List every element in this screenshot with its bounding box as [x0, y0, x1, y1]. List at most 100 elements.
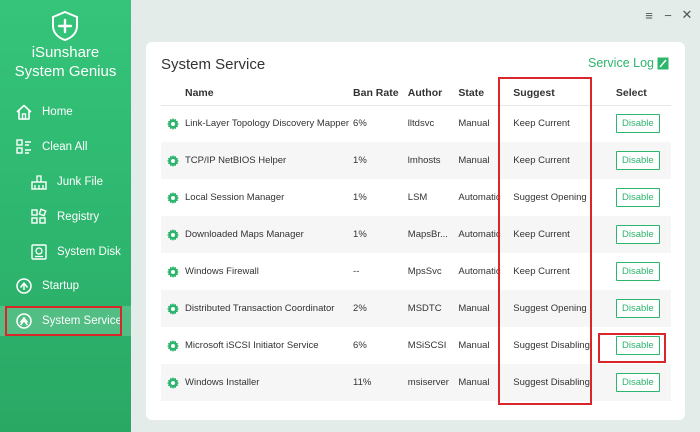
service-name: Distributed Transaction Coordinator [185, 303, 335, 314]
cell-state: Automatic [454, 216, 502, 253]
cell-select: Disable [608, 253, 671, 290]
cell-suggest: Keep Current [501, 216, 608, 253]
main-panel: System Service Service Log Name Ban Rate… [146, 42, 685, 420]
header-state: State [454, 81, 502, 106]
table-row: Windows Firewall -- MpsSvc Automatic Keep Cu… [161, 253, 671, 290]
sidebar-item-startup[interactable]: Startup [0, 271, 131, 301]
sidebar-item-junk-file[interactable]: Junk File [0, 167, 131, 197]
page-title: System Service [161, 56, 266, 73]
cell-ban-rate: 1% [349, 216, 404, 253]
junk-file-icon [28, 171, 50, 193]
cell-ban-rate: -- [353, 266, 360, 277]
gear-icon [167, 376, 179, 389]
disable-button[interactable]: Disable [615, 336, 660, 355]
sidebar-item-system-service[interactable]: System Service [0, 306, 131, 336]
startup-icon [13, 275, 35, 297]
cell-name: TCP/IP NetBIOS Helper [161, 142, 350, 179]
system-disk-icon [28, 241, 50, 263]
sidebar: iSunshare System Genius Home Clean All J… [0, 0, 131, 432]
cell-suggest: Suggest Opening [501, 290, 608, 327]
cell-name: Distributed Transaction Coordinator [161, 290, 350, 327]
cell-suggest: Keep Current [513, 266, 570, 277]
log-icon [657, 57, 669, 69]
service-name: TCP/IP NetBIOS Helper [185, 155, 287, 166]
disable-button[interactable]: Disable [615, 114, 660, 134]
header-author: Author [403, 81, 455, 106]
cell-select: Disable [607, 142, 671, 179]
cell-ban-rate: 6% [353, 340, 367, 351]
cell-name: Windows Firewall [161, 253, 349, 290]
header-suggest: Suggest [501, 81, 608, 106]
cell-suggest: Suggest Opening [513, 192, 587, 203]
disable-button[interactable]: Disable [615, 299, 660, 318]
cell-ban-rate: 6% [353, 118, 367, 130]
cell-select: Disable [607, 216, 671, 253]
cell-name: Downloaded Maps Manager [161, 216, 350, 253]
cell-author: LSM [407, 192, 428, 203]
service-name: Local Session Manager [185, 192, 285, 203]
cell-state: Manual [454, 290, 502, 327]
system-service-icon [13, 310, 35, 332]
cell-state: Manual [458, 340, 490, 351]
cell-suggest: Suggest Disabling [501, 364, 608, 401]
close-icon[interactable]: ✕ [679, 7, 695, 23]
cell-select: Disable [607, 290, 671, 327]
cell-state: Manual [454, 142, 502, 179]
gear-icon [167, 191, 179, 204]
sidebar-item-system-disk[interactable]: System Disk [0, 237, 131, 267]
cell-state: Automatic [458, 192, 501, 203]
disable-button[interactable]: Disable [615, 262, 660, 281]
gear-icon [167, 154, 179, 167]
brand-line-1: iSunshare [31, 44, 100, 61]
sidebar-item-clean-all[interactable]: Clean All [0, 132, 131, 162]
table-row: Microsoft iSCSI Initiator Service 6% MSiSC… [161, 327, 671, 364]
header-select: Select [607, 81, 671, 106]
cell-state: Automatic [458, 266, 501, 277]
brand-name: iSunshare System Genius [0, 43, 131, 81]
header-name: Name [161, 81, 350, 106]
service-log-link[interactable]: Service Log [588, 56, 669, 70]
gear-icon [167, 228, 179, 241]
table-row: Local Session Manager 1% LSM Automatic Sugge… [161, 179, 671, 216]
cell-author: lmhosts [403, 142, 455, 179]
header-ban-rate: Ban Rate [349, 81, 404, 106]
cell-author: MSiSCSI [407, 340, 447, 351]
service-name: Microsoft iSCSI Initiator Service [185, 340, 319, 351]
cell-select: Disable [608, 327, 671, 364]
table-row: TCP/IP NetBIOS Helper 1% lmhosts Manual Keep… [161, 142, 671, 179]
service-log-label: Service Log [587, 56, 654, 70]
disable-button[interactable]: Disable [615, 225, 660, 244]
cell-author: lltdsvc [407, 118, 435, 130]
cell-select: Disable [608, 179, 671, 216]
sidebar-item-registry[interactable]: Registry [0, 202, 131, 232]
cell-author: MSDTC [403, 290, 455, 327]
cell-ban-rate: 2% [349, 290, 404, 327]
sidebar-item-home[interactable]: Home [0, 97, 131, 127]
cell-suggest: Suggest Disabling [513, 340, 590, 351]
table-row: Link-Layer Topology Discovery Mapper 6% ll… [161, 105, 671, 142]
cell-ban-rate: 1% [349, 142, 404, 179]
shield-logo-icon [52, 10, 78, 42]
disable-button[interactable]: Disable [615, 151, 660, 170]
cell-select: Disable [608, 105, 671, 142]
minimize-icon[interactable]: − [660, 7, 676, 23]
table-row: Distributed Transaction Coordinator 2% MSD… [161, 290, 671, 327]
menu-icon[interactable]: ≡ [641, 7, 657, 23]
disable-button[interactable]: Disable [615, 373, 660, 392]
cell-name: Link-Layer Topology Discovery Mapper [161, 105, 349, 142]
registry-icon [28, 206, 50, 228]
service-name: Windows Installer [185, 377, 260, 388]
sidebar-item-label: System Service [42, 315, 122, 327]
cell-name: Local Session Manager [161, 179, 349, 216]
cell-ban-rate: 11% [349, 364, 404, 401]
cell-suggest: Keep Current [501, 142, 608, 179]
cell-select: Disable [607, 364, 671, 401]
gear-icon [167, 117, 179, 130]
sidebar-item-label: System Disk [57, 246, 121, 258]
cell-author: msiserver [403, 364, 455, 401]
sidebar-item-label: Registry [57, 211, 100, 223]
service-name: Link-Layer Topology Discovery Mapper [185, 118, 350, 130]
service-name: Windows Firewall [185, 266, 259, 277]
disable-button[interactable]: Disable [615, 188, 660, 207]
table-row: Windows Installer 11% msiserver Manual Sugge… [161, 364, 671, 401]
